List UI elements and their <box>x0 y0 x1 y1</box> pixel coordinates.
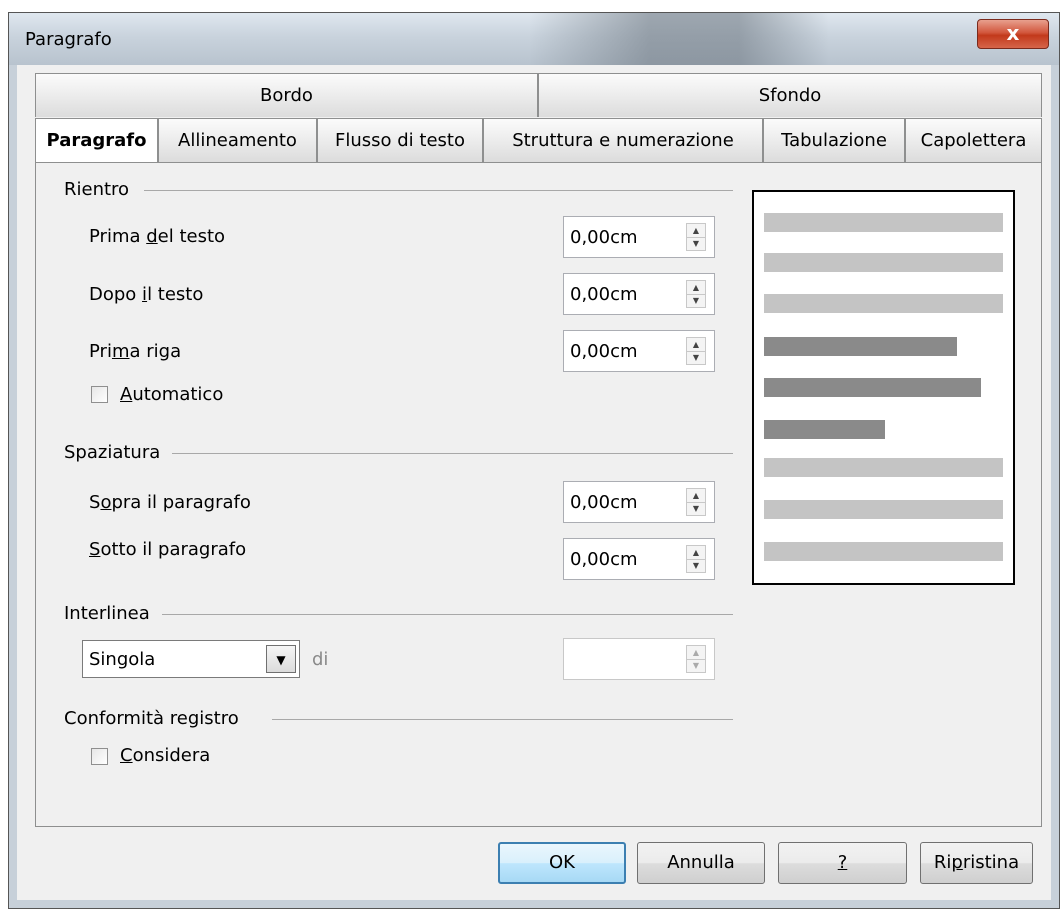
automatic-label: Automatico <box>120 384 224 405</box>
after-text-spin-buttons[interactable]: ▲ ▼ <box>686 280 706 308</box>
spin-down-icon: ▼ <box>692 239 700 248</box>
reset-label: Ripristina <box>933 852 1020 873</box>
line-spacing-value-spinbox[interactable]: ▲ ▼ <box>563 638 715 680</box>
paragraph-preview <box>752 190 1015 585</box>
help-label: ? <box>837 852 848 873</box>
after-text-value: 0,00cm <box>570 284 638 305</box>
tab-capolettera[interactable]: Capolettera <box>905 118 1042 162</box>
preview-line-current <box>764 337 957 356</box>
tab-paragrafo[interactable]: Paragrafo <box>35 118 158 164</box>
below-paragraph-label: Sotto il paragrafo <box>89 539 247 560</box>
spin-up-icon: ▲ <box>687 338 705 352</box>
preview-line <box>764 458 1003 477</box>
preview-line <box>764 294 1003 313</box>
preview-line <box>764 253 1003 272</box>
consider-checkbox[interactable] <box>91 748 108 765</box>
preview-line <box>764 500 1003 519</box>
rientro-separator <box>144 190 733 191</box>
below-paragraph-value: 0,00cm <box>570 549 638 570</box>
close-button[interactable]: x <box>977 19 1049 49</box>
line-spacing-select[interactable]: Singola ▼ <box>82 640 300 678</box>
tab-label: Paragrafo <box>46 130 147 151</box>
after-text-spinbox[interactable]: 0,00cm ▲ ▼ <box>563 273 715 315</box>
spin-down-icon: ▼ <box>692 661 700 670</box>
spin-down-icon: ▼ <box>692 504 700 513</box>
ok-button[interactable]: OK <box>498 842 626 884</box>
help-button[interactable]: ? <box>778 842 907 884</box>
cancel-button[interactable]: Annulla <box>637 842 765 884</box>
spaziatura-separator <box>172 453 733 454</box>
tab-sfondo[interactable]: Sfondo <box>538 73 1042 117</box>
below-paragraph-spinbox[interactable]: 0,00cm ▲ ▼ <box>563 538 715 580</box>
dropdown-arrow-icon[interactable]: ▼ <box>266 645 296 673</box>
reset-button[interactable]: Ripristina <box>920 842 1033 884</box>
automatic-checkbox[interactable] <box>91 386 108 403</box>
spin-up-icon: ▲ <box>687 546 705 560</box>
above-paragraph-spin-buttons[interactable]: ▲ ▼ <box>686 488 706 516</box>
tab-struttura-e-numerazione[interactable]: Struttura e numerazione <box>483 118 763 162</box>
first-line-label: Prima riga <box>89 341 182 362</box>
tab-allineamento[interactable]: Allineamento <box>158 118 317 162</box>
spin-up-icon: ▲ <box>687 281 705 295</box>
before-text-spin-buttons[interactable]: ▲ ▼ <box>686 223 706 251</box>
tab-label: Sfondo <box>758 85 822 106</box>
tab-label: Tabulazione <box>781 130 887 151</box>
rientro-heading: Rientro <box>64 179 130 200</box>
above-paragraph-spinbox[interactable]: 0,00cm ▲ ▼ <box>563 481 715 523</box>
close-icon: x <box>1006 21 1020 45</box>
first-line-spinbox[interactable]: 0,00cm ▲ ▼ <box>563 330 715 372</box>
consider-label: Considera <box>120 745 211 766</box>
tab-label: Bordo <box>260 85 313 106</box>
above-paragraph-value: 0,00cm <box>570 492 638 513</box>
spin-up-icon: ▲ <box>687 224 705 238</box>
cancel-label: Annulla <box>667 852 735 873</box>
tab-bordo[interactable]: Bordo <box>35 73 538 117</box>
window-frame-right <box>1051 65 1059 908</box>
line-spacing-value: Singola <box>89 649 156 670</box>
preview-line-current <box>764 420 885 439</box>
ok-label: OK <box>549 852 575 873</box>
preview-line <box>764 213 1003 232</box>
before-text-value: 0,00cm <box>570 227 638 248</box>
window-frame-bottom <box>9 900 1059 908</box>
spin-down-icon: ▼ <box>692 561 700 570</box>
registro-separator <box>272 719 733 720</box>
below-paragraph-spin-buttons[interactable]: ▲ ▼ <box>686 545 706 573</box>
first-line-spin-buttons[interactable]: ▲ ▼ <box>686 337 706 365</box>
tab-label: Capolettera <box>920 130 1027 151</box>
spin-up-icon: ▲ <box>687 646 705 660</box>
window-frame-left <box>9 65 17 908</box>
before-text-spinbox[interactable]: 0,00cm ▲ ▼ <box>563 216 715 258</box>
spin-down-icon: ▼ <box>692 353 700 362</box>
above-paragraph-label: Sopra il paragrafo <box>89 492 251 513</box>
registro-heading: Conformità registro <box>64 708 239 729</box>
tab-row-bottom: Paragrafo Allineamento Flusso di testo S… <box>35 118 1042 164</box>
interlinea-heading: Interlinea <box>64 603 150 624</box>
tab-label: Flusso di testo <box>335 130 465 151</box>
tab-row-top: Bordo Sfondo <box>35 73 1042 117</box>
tab-tabulazione[interactable]: Tabulazione <box>763 118 905 162</box>
tab-label: Allineamento <box>178 130 297 151</box>
window-title: Paragrafo <box>25 29 112 50</box>
tab-label: Struttura e numerazione <box>512 130 734 151</box>
line-spacing-spin-buttons[interactable]: ▲ ▼ <box>686 645 706 673</box>
preview-line-current <box>764 378 981 397</box>
spin-down-icon: ▼ <box>692 296 700 305</box>
first-line-value: 0,00cm <box>570 341 638 362</box>
preview-line <box>764 542 1003 561</box>
di-label: di <box>312 649 329 670</box>
title-bar[interactable]: Paragrafo x <box>9 13 1059 65</box>
after-text-label: Dopo il testo <box>89 284 204 305</box>
spaziatura-heading: Spaziatura <box>64 442 161 463</box>
spin-up-icon: ▲ <box>687 489 705 503</box>
tab-flusso-di-testo[interactable]: Flusso di testo <box>317 118 483 162</box>
before-text-label: Prima del testo <box>89 226 226 247</box>
interlinea-separator <box>162 614 733 615</box>
